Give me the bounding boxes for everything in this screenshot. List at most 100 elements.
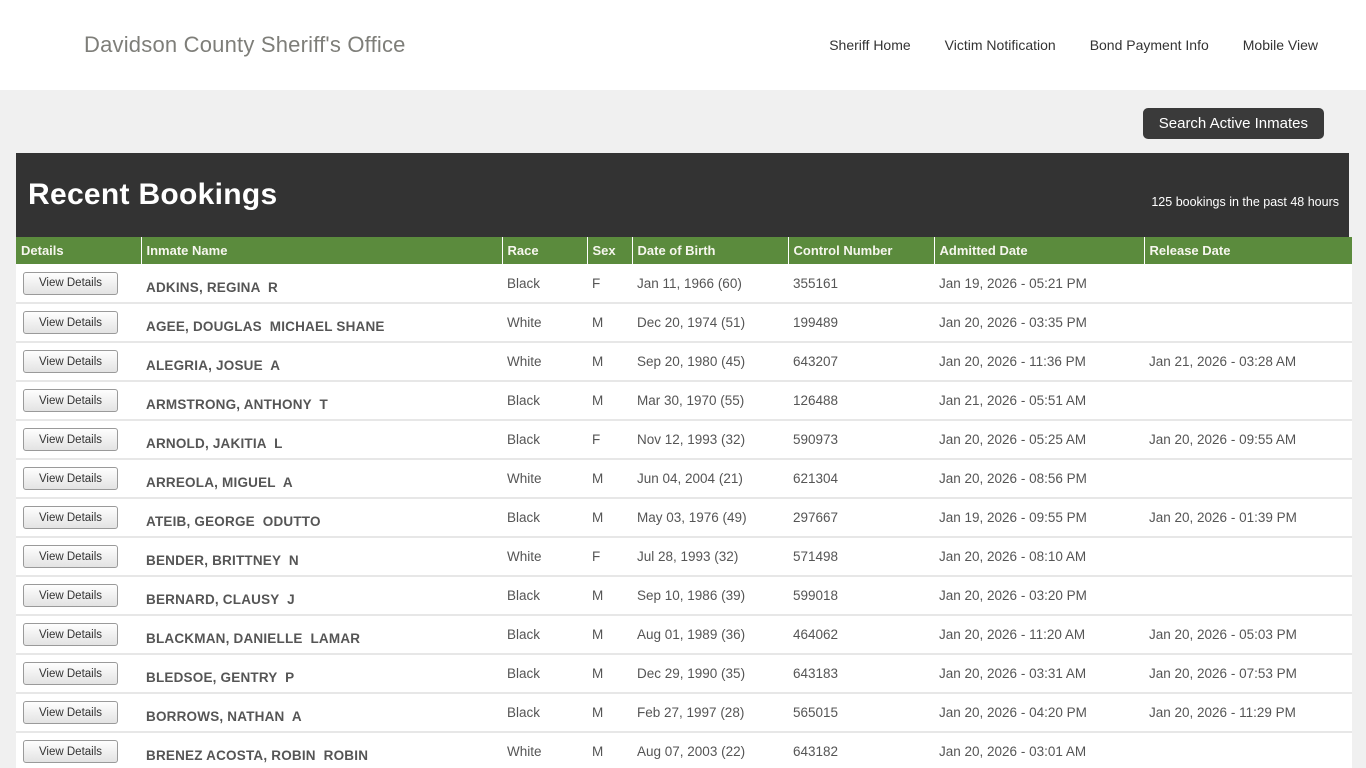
site-header: Davidson County Sheriff's Office Sheriff…: [0, 0, 1366, 90]
table-row: View Details ATEIB, GEORGE ODUTTO Black M Ma…: [16, 498, 1352, 538]
page-title: Recent Bookings: [28, 178, 278, 211]
sex-cell: F: [587, 537, 632, 577]
race-cell: Black: [502, 381, 587, 421]
bookings-table: Details Inmate Name Race Sex Date of Birth Co…: [16, 237, 1352, 768]
details-cell: View Details: [16, 498, 141, 538]
control-number-cell: 599018: [788, 576, 934, 616]
view-details-button[interactable]: View Details: [23, 467, 118, 490]
column-header-release-date: Release Date: [1143, 237, 1352, 264]
view-details-button[interactable]: View Details: [23, 506, 118, 529]
view-details-button[interactable]: View Details: [23, 584, 118, 607]
date-of-birth-cell: May 03, 1976 (49): [632, 498, 788, 538]
details-cell: View Details: [16, 537, 141, 577]
race-cell: Black: [502, 654, 587, 694]
nav-link-bond-payment-info[interactable]: Bond Payment Info: [1090, 37, 1209, 53]
admitted-date-cell: Jan 21, 2026 - 05:51 AM: [934, 381, 1144, 421]
view-details-button[interactable]: View Details: [23, 662, 118, 685]
release-date-cell: Jan 20, 2026 - 05:03 PM: [1144, 615, 1352, 655]
control-number-cell: 297667: [788, 498, 934, 538]
details-cell: View Details: [16, 693, 141, 733]
table-row: View Details ARREOLA, MIGUEL A White M Jun 0…: [16, 459, 1352, 499]
admitted-date-cell: Jan 19, 2026 - 09:55 PM: [934, 498, 1144, 538]
release-date-cell: Jan 21, 2026 - 03:28 AM: [1144, 342, 1352, 382]
control-number-cell: 643207: [788, 342, 934, 382]
view-details-button[interactable]: View Details: [23, 545, 118, 568]
column-header-race: Race: [501, 237, 587, 264]
sex-cell: M: [587, 303, 632, 343]
view-details-button[interactable]: View Details: [23, 311, 118, 334]
race-cell: Black: [502, 498, 587, 538]
race-cell: White: [502, 459, 587, 499]
table-row: View Details BLACKMAN, DANIELLE LAMAR Blac…: [16, 615, 1352, 655]
bookings-table-header: Details Inmate Name Race Sex Date of Birth Co…: [16, 237, 1352, 264]
sex-cell: M: [587, 732, 632, 768]
view-details-button[interactable]: View Details: [23, 428, 118, 451]
details-cell: View Details: [16, 654, 141, 694]
view-details-button[interactable]: View Details: [23, 740, 118, 763]
table-row: View Details BORROWS, NATHAN A Black M Feb 2…: [16, 693, 1352, 733]
table-row: View Details ADKINS, REGINA R Black F Jan 11…: [16, 264, 1352, 304]
details-cell: View Details: [16, 381, 141, 421]
details-cell: View Details: [16, 264, 141, 304]
inmate-name-cell: AGEE, DOUGLAS MICHAEL SHANE: [141, 303, 502, 343]
view-details-button[interactable]: View Details: [23, 623, 118, 646]
date-of-birth-cell: Dec 29, 1990 (35): [632, 654, 788, 694]
control-number-cell: 126488: [788, 381, 934, 421]
admitted-date-cell: Jan 20, 2026 - 03:01 AM: [934, 732, 1144, 768]
date-of-birth-cell: Sep 10, 1986 (39): [632, 576, 788, 616]
column-header-admitted-date: Admitted Date: [933, 237, 1144, 264]
date-of-birth-cell: Aug 01, 1989 (36): [632, 615, 788, 655]
race-cell: Black: [502, 615, 587, 655]
control-number-cell: 571498: [788, 537, 934, 577]
release-date-cell: [1144, 459, 1352, 499]
date-of-birth-cell: Jul 28, 1993 (32): [632, 537, 788, 577]
inmate-name-cell: ALEGRIA, JOSUE A: [141, 342, 502, 382]
race-cell: Black: [502, 576, 587, 616]
date-of-birth-cell: Mar 30, 1970 (55): [632, 381, 788, 421]
sex-cell: M: [587, 498, 632, 538]
date-of-birth-cell: Feb 27, 1997 (28): [632, 693, 788, 733]
sex-cell: M: [587, 576, 632, 616]
nav-link-mobile-view[interactable]: Mobile View: [1243, 37, 1318, 53]
release-date-cell: [1144, 303, 1352, 343]
nav-link-victim-notification[interactable]: Victim Notification: [945, 37, 1056, 53]
sex-cell: F: [587, 264, 632, 304]
release-date-cell: Jan 20, 2026 - 09:55 AM: [1144, 420, 1352, 460]
search-active-inmates-button[interactable]: Search Active Inmates: [1142, 108, 1324, 139]
view-details-button[interactable]: View Details: [23, 701, 118, 724]
race-cell: White: [502, 303, 587, 343]
table-row: View Details ARMSTRONG, ANTHONY T Black M Ma…: [16, 381, 1352, 421]
admitted-date-cell: Jan 20, 2026 - 08:10 AM: [934, 537, 1144, 577]
admitted-date-cell: Jan 20, 2026 - 04:20 PM: [934, 693, 1144, 733]
admitted-date-cell: Jan 20, 2026 - 03:31 AM: [934, 654, 1144, 694]
table-row: View Details AGEE, DOUGLAS MICHAEL SHANE W…: [16, 303, 1352, 343]
admitted-date-cell: Jan 20, 2026 - 03:35 PM: [934, 303, 1144, 343]
column-header-date-of-birth: Date of Birth: [631, 237, 788, 264]
inmate-name-cell: BENDER, BRITTNEY N: [141, 537, 502, 577]
race-cell: White: [502, 537, 587, 577]
table-row: View Details BENDER, BRITTNEY N White F Jul …: [16, 537, 1352, 577]
view-details-button[interactable]: View Details: [23, 271, 118, 295]
details-cell: View Details: [16, 342, 141, 382]
column-header-control-number: Control Number: [787, 237, 934, 264]
details-cell: View Details: [16, 420, 141, 460]
control-number-cell: 464062: [788, 615, 934, 655]
sex-cell: F: [587, 420, 632, 460]
control-number-cell: 590973: [788, 420, 934, 460]
inmate-name-cell: BLEDSOE, GENTRY P: [141, 654, 502, 694]
admitted-date-cell: Jan 20, 2026 - 08:56 PM: [934, 459, 1144, 499]
control-number-cell: 643183: [788, 654, 934, 694]
sex-cell: M: [587, 459, 632, 499]
inmate-name-cell: ADKINS, REGINA R: [141, 264, 502, 304]
date-of-birth-cell: Aug 07, 2003 (22): [632, 732, 788, 768]
race-cell: White: [502, 732, 587, 768]
table-row: View Details BLEDSOE, GENTRY P Black M Dec 2…: [16, 654, 1352, 694]
inmate-name-cell: BRENEZ ACOSTA, ROBIN ROBIN: [141, 732, 502, 768]
sex-cell: M: [587, 615, 632, 655]
date-of-birth-cell: Jun 04, 2004 (21): [632, 459, 788, 499]
view-details-button[interactable]: View Details: [23, 389, 118, 412]
race-cell: White: [502, 342, 587, 382]
nav-link-sheriff-home[interactable]: Sheriff Home: [829, 37, 910, 53]
view-details-button[interactable]: View Details: [23, 350, 118, 373]
sex-cell: M: [587, 693, 632, 733]
